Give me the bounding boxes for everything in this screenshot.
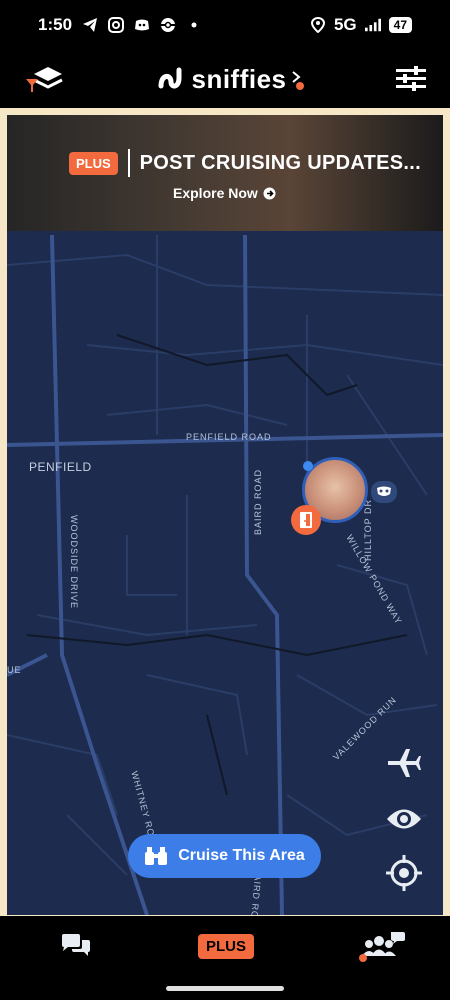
banner-title: POST CRUISING UPDATES... <box>139 151 421 174</box>
cruise-this-area-button[interactable]: Cruise This Area <box>128 834 321 878</box>
crosshair-icon <box>386 855 422 891</box>
banner-divider <box>127 149 130 177</box>
telegram-icon <box>82 17 98 33</box>
road-label: WOODSIDE DRIVE <box>69 515 79 610</box>
sniffies-logo-icon <box>158 67 182 89</box>
status-time: 1:50 <box>38 15 73 34</box>
status-bar: 1:50 5G 47 <box>0 0 450 50</box>
promo-banner[interactable]: PLUS POST CRUISING UPDATES... Explore No… <box>7 115 443 231</box>
recenter-button[interactable] <box>384 853 424 893</box>
signal-icon <box>364 17 381 33</box>
door-icon[interactable] <box>291 505 321 535</box>
online-indicator <box>303 461 313 471</box>
plus-tab-label: PLUS <box>198 933 255 959</box>
logo-accent-icon <box>291 71 304 90</box>
app-header: sniffies <box>0 50 450 108</box>
map-frame: PLUS POST CRUISING UPDATES... Explore No… <box>0 108 450 916</box>
battery-indicator: 47 <box>388 17 412 33</box>
messages-tab[interactable] <box>58 926 94 966</box>
map-view[interactable]: PLUS POST CRUISING UPDATES... Explore No… <box>7 115 443 915</box>
sliders-icon <box>396 66 426 91</box>
settings-sliders-button[interactable] <box>396 66 426 92</box>
groups-tab[interactable] <box>356 926 408 966</box>
eye-icon <box>387 809 421 829</box>
cruise-button-label: Cruise This Area <box>178 847 305 864</box>
app-name: sniffies <box>191 63 287 94</box>
filter-layers-button[interactable] <box>24 63 66 95</box>
instagram-icon <box>108 17 125 33</box>
arrow-circle-icon <box>263 187 276 199</box>
app-logo: sniffies <box>157 64 304 95</box>
group-chat-icon <box>359 932 405 962</box>
binoculars-icon <box>145 847 168 865</box>
discord-icon <box>134 17 150 33</box>
filter-layers-icon <box>26 67 63 92</box>
dot-icon <box>186 17 202 33</box>
visibility-button[interactable] <box>384 799 424 839</box>
road-label: HILLTOP DR <box>363 498 374 562</box>
plus-tab[interactable]: PLUS <box>198 926 255 966</box>
airplane-icon <box>388 749 421 777</box>
travel-mode-button[interactable] <box>384 743 424 783</box>
mask-icon <box>371 481 397 503</box>
explore-now-label: Explore Now <box>173 185 258 201</box>
road-label: UE <box>7 665 22 675</box>
explore-now-link[interactable]: Explore Now <box>173 185 276 201</box>
road-label: BAIRD ROAD <box>253 468 263 535</box>
place-label-penfield: PENFIELD <box>29 460 92 474</box>
network-type: 5G <box>333 15 357 34</box>
pokeball-icon <box>160 17 176 33</box>
home-indicator <box>166 986 284 991</box>
location-icon <box>310 17 326 33</box>
road-label: PENFIELD ROAD <box>186 432 272 442</box>
chat-bubbles-icon <box>62 934 90 956</box>
bottom-nav: PLUS <box>0 916 450 1000</box>
plus-badge: PLUS <box>69 151 118 175</box>
